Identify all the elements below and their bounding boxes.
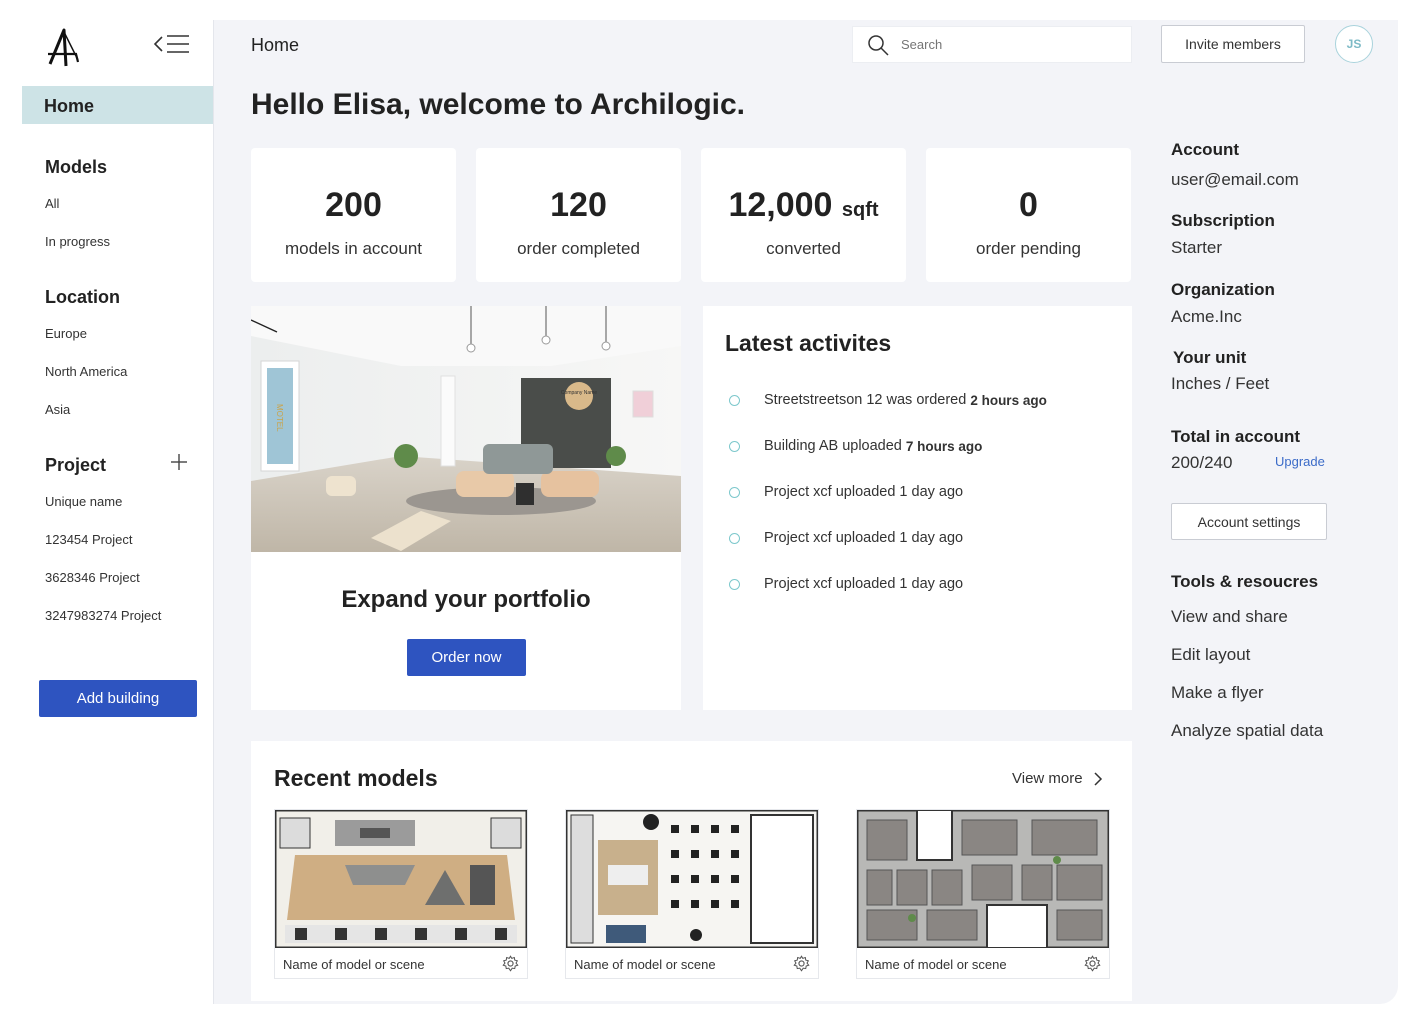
gear-icon[interactable] <box>502 955 519 972</box>
app-window: Home Models All In progress Location Eur… <box>22 20 1398 1004</box>
organization-label: Organization <box>1171 280 1275 299</box>
floorplan-thumbnail <box>857 810 1109 948</box>
activity-dot-icon <box>729 578 740 590</box>
upgrade-link[interactable]: Upgrade <box>1275 454 1325 469</box>
activities-title: Latest activites <box>725 330 892 356</box>
stat-value: 200 <box>325 186 382 224</box>
activity-item: Building AB uploaded 7 hours ago <box>729 438 982 454</box>
office-interior-image: Company Name MOTEL <box>251 306 681 552</box>
stat-value: 120 <box>550 186 607 224</box>
model-name: Name of model or scene <box>865 957 1007 972</box>
unit-label: Your unit <box>1173 348 1247 367</box>
stat-card-models: 200 models in account <box>251 148 456 282</box>
archilogic-logo[interactable] <box>44 26 84 68</box>
nav-project-item[interactable]: 3247983274 Project <box>45 608 161 623</box>
floorplan-thumbnail <box>275 810 527 948</box>
stat-card-converted: 12,000 sqft converted <box>701 148 906 282</box>
collapse-menu-icon[interactable] <box>152 32 192 56</box>
model-card[interactable]: Name of model or scene <box>274 809 528 979</box>
activity-dot-icon <box>729 440 740 452</box>
nav-section-models: Models <box>45 157 108 177</box>
stat-label: models in account <box>284 239 423 258</box>
floorplan-thumbnail <box>566 810 818 948</box>
nav-project-item[interactable]: 123454 Project <box>45 532 132 547</box>
order-now-button[interactable]: Order now <box>407 639 526 676</box>
subscription-label: Subscription <box>1171 211 1275 230</box>
stat-label: order completed <box>517 239 640 258</box>
account-label: Account <box>1171 140 1239 159</box>
nav-models-in-progress[interactable]: In progress <box>45 234 110 249</box>
gear-icon[interactable] <box>793 955 810 972</box>
model-card[interactable]: Name of model or scene <box>565 809 819 979</box>
activity-item: Project xcf uploaded 1 day ago <box>729 576 967 592</box>
welcome-heading: Hello Elisa, welcome to Archilogic. <box>251 88 746 121</box>
activity-item: Streetstreetson 12 was ordered 2 hours ag… <box>729 392 1047 408</box>
nav-project-item[interactable]: 3628346 Project <box>45 570 140 585</box>
view-more-link[interactable]: View more <box>1012 770 1103 787</box>
activity-item: Project xcf uploaded 1 day ago <box>729 484 967 500</box>
latest-activities-card: Latest activites Streetstreetson 12 was … <box>703 306 1132 710</box>
organization-value: Acme.Inc <box>1171 307 1242 326</box>
invite-members-button[interactable]: Invite members <box>1161 25 1305 63</box>
stat-card-orders-pending: 0 order pending <box>926 148 1131 282</box>
nav-project-item[interactable]: Unique name <box>45 494 122 509</box>
total-in-account-label: Total in account <box>1171 427 1301 446</box>
add-building-button[interactable]: Add building <box>39 680 197 717</box>
breadcrumb: Home <box>251 35 300 55</box>
stat-label: converted <box>766 239 841 258</box>
recent-models-section: Recent models View more Name of model or… <box>251 741 1132 1001</box>
nav-section-project: Project <box>45 455 107 475</box>
nav-home[interactable]: Home <box>22 86 213 124</box>
tool-make-a-flyer[interactable]: Make a flyer <box>1171 683 1264 703</box>
activity-dot-icon <box>729 532 740 544</box>
stat-value: 0 <box>1019 186 1038 224</box>
user-avatar[interactable]: JS <box>1335 25 1373 63</box>
stat-label: order pending <box>976 239 1081 258</box>
tools-title: Tools & resoucres <box>1171 572 1319 591</box>
nav-section-location: Location <box>45 287 120 307</box>
model-name: Name of model or scene <box>574 957 716 972</box>
promo-title: Expand your portfolio <box>341 586 591 613</box>
account-settings-button[interactable]: Account settings <box>1171 503 1327 540</box>
promo-card: Company Name MOTEL Expand your portfolio… <box>251 306 681 710</box>
nav-location-asia[interactable]: Asia <box>45 402 70 417</box>
sidebar: Home Models All In progress Location Eur… <box>22 20 214 1004</box>
model-card[interactable]: Name of model or scene <box>856 809 1110 979</box>
tool-view-and-share[interactable]: View and share <box>1171 607 1288 627</box>
add-project-plus-icon[interactable] <box>170 453 188 471</box>
motel-poster-text: MOTEL <box>275 404 284 432</box>
nav-models-all[interactable]: All <box>45 196 59 211</box>
account-email: user@email.com <box>1171 170 1299 189</box>
activity-dot-icon <box>729 394 740 406</box>
model-name: Name of model or scene <box>283 957 425 972</box>
search-input[interactable] <box>901 37 1101 52</box>
total-in-account-value: 200/240 <box>1171 453 1233 472</box>
nav-location-europe[interactable]: Europe <box>45 326 87 341</box>
unit-value: Inches / Feet <box>1171 374 1270 393</box>
tool-analyze-spatial-data[interactable]: Analyze spatial data <box>1171 721 1323 741</box>
gear-icon[interactable] <box>1084 955 1101 972</box>
search-bar[interactable] <box>852 26 1132 63</box>
stat-value: 12,000 sqft <box>728 186 879 224</box>
activity-item: Project xcf uploaded 1 day ago <box>729 530 967 546</box>
search-icon <box>868 34 889 56</box>
recent-models-title: Recent models <box>274 765 438 791</box>
nav-location-north-america[interactable]: North America <box>45 364 127 379</box>
chevron-right-icon <box>1094 771 1102 786</box>
subscription-value: Starter <box>1171 238 1223 257</box>
activity-dot-icon <box>729 486 740 498</box>
company-name-sign: Company Name <box>561 390 597 396</box>
stat-card-orders-completed: 120 order completed <box>476 148 681 282</box>
tool-edit-layout[interactable]: Edit layout <box>1171 645 1250 665</box>
